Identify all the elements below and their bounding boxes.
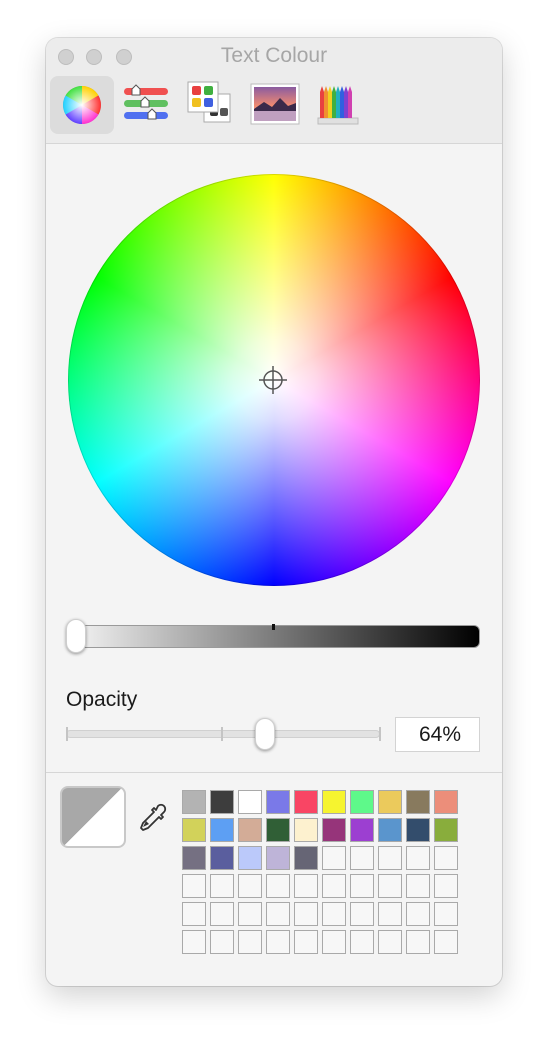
empty-swatch[interactable] [406,930,430,954]
colour-swatch[interactable] [378,790,402,814]
colour-swatch[interactable] [406,790,430,814]
empty-swatch[interactable] [182,874,206,898]
colour-wheel-tab[interactable] [50,76,114,134]
colour-swatch[interactable] [434,818,458,842]
empty-swatch[interactable] [322,930,346,954]
empty-swatch[interactable] [322,846,346,870]
empty-swatch[interactable] [322,874,346,898]
empty-swatch[interactable] [322,902,346,926]
empty-swatch[interactable] [350,874,374,898]
empty-swatch[interactable] [182,930,206,954]
colour-swatch[interactable] [294,818,318,842]
empty-swatch[interactable] [266,930,290,954]
colour-swatch[interactable] [266,846,290,870]
swatch-grid [182,790,458,954]
pencils-tab[interactable] [308,76,372,134]
empty-swatch[interactable] [238,902,262,926]
empty-swatch[interactable] [434,874,458,898]
window-title: Text Colour [220,44,328,67]
empty-swatch[interactable] [434,846,458,870]
colour-palettes-tab[interactable] [180,76,244,134]
landscape-image-icon [250,83,300,125]
colour-sliders-tab[interactable] [114,76,178,134]
opacity-tick [221,727,223,741]
colour-wheel-icon [63,86,101,124]
colour-swatch[interactable] [210,818,234,842]
empty-swatch[interactable] [294,930,318,954]
palette-icon [187,81,231,123]
colour-swatch[interactable] [322,790,346,814]
crosshair-icon[interactable] [259,366,287,394]
brightness-midpoint-tick [272,624,275,630]
brightness-slider-thumb[interactable] [66,619,86,653]
empty-swatch[interactable] [210,874,234,898]
empty-swatch[interactable] [238,930,262,954]
colour-swatch[interactable] [322,818,346,842]
image-palettes-tab[interactable] [244,76,308,134]
pencils-icon [317,86,359,125]
opacity-tick [379,727,381,741]
titlebar: Text Colour [46,38,502,144]
colour-swatch[interactable] [350,818,374,842]
empty-swatch[interactable] [294,874,318,898]
empty-swatch[interactable] [210,930,234,954]
empty-swatch[interactable] [182,902,206,926]
colour-swatch[interactable] [378,818,402,842]
colour-panel-window: Text Colour Opacity 64% [46,38,502,986]
colour-swatch[interactable] [434,790,458,814]
empty-swatch[interactable] [266,874,290,898]
empty-swatch[interactable] [378,874,402,898]
empty-swatch[interactable] [434,930,458,954]
colour-swatch[interactable] [182,790,206,814]
colour-swatch[interactable] [210,790,234,814]
opacity-tick [66,727,68,741]
empty-swatch[interactable] [350,846,374,870]
colour-swatch[interactable] [210,846,234,870]
colour-swatch[interactable] [350,790,374,814]
empty-swatch[interactable] [350,930,374,954]
opacity-slider-thumb[interactable] [255,718,275,750]
opacity-slider-track[interactable] [66,730,380,738]
empty-swatch[interactable] [378,846,402,870]
sliders-icon [124,84,168,120]
empty-swatch[interactable] [294,902,318,926]
opacity-value-field[interactable]: 64% [395,717,480,752]
colour-swatch[interactable] [266,818,290,842]
empty-swatch[interactable] [266,902,290,926]
empty-swatch[interactable] [238,874,262,898]
empty-swatch[interactable] [406,874,430,898]
colour-swatch[interactable] [294,790,318,814]
divider [46,772,502,773]
colour-preview-well[interactable] [60,786,126,848]
empty-swatch[interactable] [406,846,430,870]
colour-swatch[interactable] [266,790,290,814]
colour-swatch[interactable] [238,818,262,842]
empty-swatch[interactable] [406,902,430,926]
colour-swatch[interactable] [406,818,430,842]
colour-swatch[interactable] [182,818,206,842]
colour-swatch[interactable] [294,846,318,870]
empty-swatch[interactable] [350,902,374,926]
opacity-label: Opacity [66,688,138,711]
colour-swatch[interactable] [182,846,206,870]
empty-swatch[interactable] [378,930,402,954]
colour-swatch[interactable] [238,790,262,814]
eyedropper-icon[interactable] [134,800,170,836]
empty-swatch[interactable] [210,902,234,926]
colour-swatch[interactable] [238,846,262,870]
empty-swatch[interactable] [434,902,458,926]
empty-swatch[interactable] [378,902,402,926]
